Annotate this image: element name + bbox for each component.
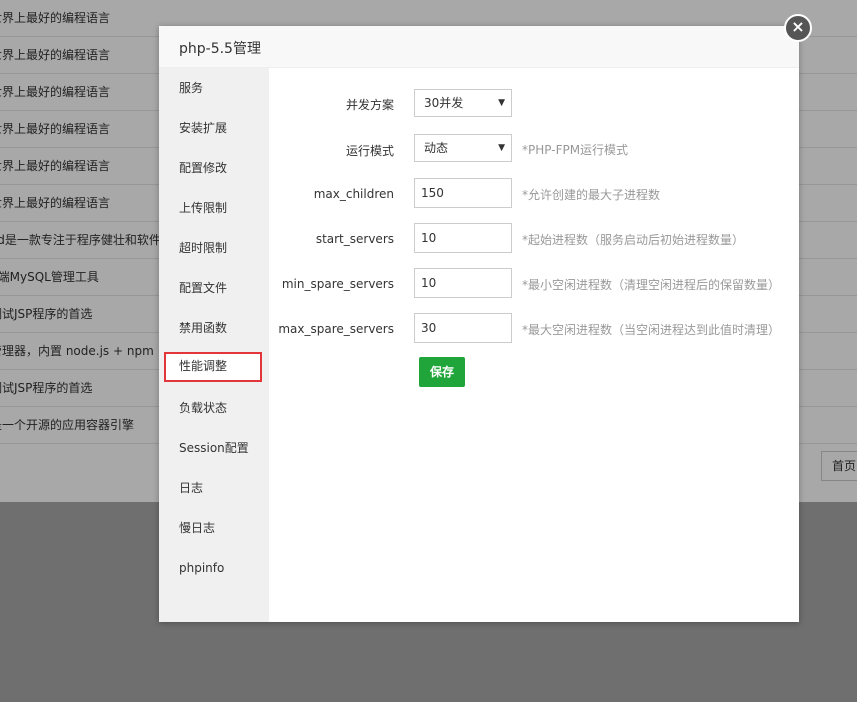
sidebar-item-log[interactable]: 日志 bbox=[159, 468, 269, 508]
sidebar-item-session-config[interactable]: Session配置 bbox=[159, 428, 269, 468]
dialog-title: php-5.5管理 bbox=[179, 41, 261, 57]
close-icon[interactable]: × bbox=[784, 14, 812, 42]
sidebar-item-config-file[interactable]: 配置文件 bbox=[159, 268, 269, 308]
max-spare-servers-label: max_spare_servers bbox=[278, 322, 394, 336]
sidebar-item-performance-tuning[interactable]: 性能调整 bbox=[164, 352, 262, 382]
dialog-sidebar: 服务 安装扩展 配置修改 上传限制 超时限制 配置文件 禁用函数 性能调整 负载… bbox=[159, 68, 269, 622]
sidebar-item-disabled-functions[interactable]: 禁用函数 bbox=[159, 308, 269, 348]
sidebar-item-slow-log[interactable]: 慢日志 bbox=[159, 508, 269, 548]
max-spare-servers-hint: *最大空闲进程数（当空闲进程达到此值时清理） bbox=[522, 323, 781, 337]
caret-down-icon: ▼ bbox=[498, 143, 505, 153]
max-spare-servers-input[interactable]: 30 bbox=[414, 313, 512, 343]
sidebar-item-service[interactable]: 服务 bbox=[159, 68, 269, 108]
run-mode-select[interactable]: 动态 ▼ bbox=[414, 134, 512, 162]
run-mode-hint: *PHP-FPM运行模式 bbox=[522, 143, 629, 157]
max-children-hint: *允许创建的最大子进程数 bbox=[522, 188, 661, 202]
caret-down-icon: ▼ bbox=[498, 98, 505, 108]
start-servers-input[interactable]: 10 bbox=[414, 223, 512, 253]
sidebar-item-load-status[interactable]: 负载状态 bbox=[159, 388, 269, 428]
min-spare-servers-label: min_spare_servers bbox=[281, 277, 394, 291]
start-servers-label: start_servers bbox=[315, 232, 394, 246]
min-spare-servers-input[interactable]: 10 bbox=[414, 268, 512, 298]
min-spare-servers-hint: *最小空闲进程数（清理空闲进程后的保留数量） bbox=[522, 278, 781, 292]
concurrency-select[interactable]: 30并发 ▼ bbox=[414, 89, 512, 117]
sidebar-item-config-edit[interactable]: 配置修改 bbox=[159, 148, 269, 188]
max-children-input[interactable]: 150 bbox=[414, 178, 512, 208]
sidebar-item-phpinfo[interactable]: phpinfo bbox=[159, 548, 269, 588]
concurrency-value: 30并发 bbox=[424, 96, 464, 110]
sidebar-item-install-extension[interactable]: 安装扩展 bbox=[159, 108, 269, 148]
sidebar-item-timeout-limit[interactable]: 超时限制 bbox=[159, 228, 269, 268]
max-children-label: max_children bbox=[313, 187, 394, 201]
sidebar-item-upload-limit[interactable]: 上传限制 bbox=[159, 188, 269, 228]
start-servers-hint: *起始进程数（服务启动后初始进程数量） bbox=[522, 233, 745, 247]
concurrency-label: 并发方案 bbox=[345, 98, 394, 112]
run-mode-label: 运行模式 bbox=[345, 144, 394, 158]
php-manager-dialog: php-5.5管理 服务 安装扩展 配置修改 上传限制 超时限制 配置文件 禁用… bbox=[159, 26, 799, 622]
dialog-header: php-5.5管理 bbox=[159, 26, 799, 68]
run-mode-value: 动态 bbox=[424, 141, 449, 155]
save-button[interactable]: 保存 bbox=[419, 357, 465, 387]
